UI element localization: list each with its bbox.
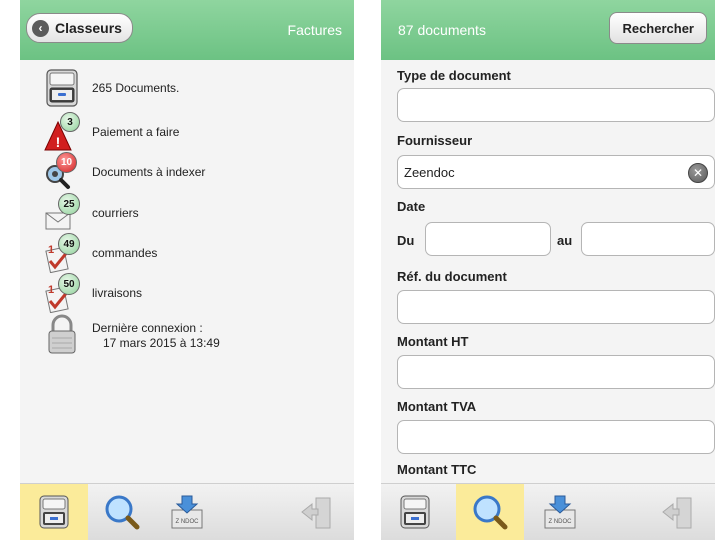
- badge: 3: [60, 112, 80, 132]
- zeendoc-logo-text: Z NDOC: [176, 519, 200, 525]
- montant-ht-input[interactable]: [397, 355, 715, 389]
- drawer-icon: [44, 68, 84, 108]
- last-login-label: Dernière connexion :: [92, 321, 203, 335]
- tab-classeurs[interactable]: [381, 484, 449, 540]
- tab-zeendoc[interactable]: Z NDOC: [529, 484, 597, 540]
- badge: 25: [58, 193, 80, 215]
- tab-zeendoc[interactable]: Z NDOC: [156, 484, 224, 540]
- drawer-icon: [400, 495, 430, 529]
- search-icon: [105, 495, 140, 530]
- padlock-icon: [44, 314, 84, 354]
- field-label: Réf. du document: [397, 269, 507, 284]
- tab-logout[interactable]: [645, 484, 713, 540]
- zeendoc-icon: Z NDOC: [171, 495, 203, 529]
- search-icon: [473, 495, 508, 530]
- field-label: Date: [397, 199, 426, 214]
- top-bar: 87 documents Rechercher: [381, 0, 715, 60]
- logout-icon: [301, 497, 331, 529]
- tab-bar: Z NDOC: [20, 483, 354, 540]
- clear-icon[interactable]: ✕: [688, 163, 708, 183]
- badge: 50: [58, 273, 80, 295]
- type-document-input[interactable]: [397, 88, 715, 122]
- date-to-input[interactable]: [581, 222, 715, 256]
- search-button[interactable]: Rechercher: [609, 12, 707, 44]
- top-bar: ‹ Classeurs Factures: [20, 0, 354, 60]
- list-item-courriers[interactable]: 25 courriers: [44, 193, 139, 233]
- tab-search[interactable]: [88, 484, 156, 540]
- last-login: Dernière connexion : 17 mars 2015 à 13:4…: [44, 314, 220, 354]
- tab-search[interactable]: [456, 484, 524, 540]
- drawer-icon: [39, 495, 69, 529]
- item-label: 265 Documents.: [92, 81, 180, 95]
- date-from-input[interactable]: [425, 222, 551, 256]
- badge: 10: [56, 152, 77, 173]
- envelope-icon: 25: [44, 193, 84, 233]
- list-item-commandes[interactable]: 1 49 commandes: [44, 233, 158, 274]
- page-title: Factures: [287, 22, 342, 38]
- list-item-paiement[interactable]: ! 3 Paiement a faire: [44, 112, 179, 152]
- delivery-icon: 1 50: [44, 273, 84, 314]
- item-label: livraisons: [92, 286, 143, 300]
- zeendoc-icon: Z NDOC: [544, 495, 576, 529]
- last-login-value: 17 mars 2015 à 13:49: [103, 336, 220, 350]
- search-screen: 87 documents Rechercher Type de document…: [381, 0, 715, 540]
- item-label: courriers: [92, 206, 139, 220]
- magnifier-gear-icon: 10: [44, 152, 84, 192]
- field-label: Montant TVA: [397, 399, 477, 414]
- field-label: Fournisseur: [397, 133, 473, 148]
- field-label: Type de document: [397, 68, 511, 83]
- logout-icon: [662, 497, 692, 529]
- list-item-documents[interactable]: 265 Documents.: [44, 68, 179, 108]
- svg-text:!: !: [56, 134, 61, 150]
- document-count: 87 documents: [398, 22, 486, 38]
- reference-input[interactable]: [397, 290, 715, 324]
- tab-bar: Z NDOC: [381, 483, 715, 540]
- warning-icon: ! 3: [44, 112, 84, 152]
- chevron-left-icon: ‹: [32, 19, 49, 37]
- field-label: Montant TTC: [397, 462, 477, 477]
- item-label: commandes: [92, 246, 158, 260]
- list-item-indexer[interactable]: 10 Documents à indexer: [44, 152, 205, 192]
- item-label: Paiement a faire: [92, 125, 180, 139]
- field-label: Montant HT: [397, 334, 469, 349]
- fournisseur-value: Zeendoc: [404, 164, 455, 180]
- list-item-livraisons[interactable]: 1 50 livraisons: [44, 273, 143, 314]
- date-to-label: au: [557, 233, 573, 248]
- back-button[interactable]: ‹ Classeurs: [26, 13, 133, 43]
- montant-tva-input[interactable]: [397, 420, 715, 454]
- tab-logout[interactable]: [284, 484, 352, 540]
- svg-text:1: 1: [48, 244, 54, 256]
- order-icon: 1 49: [44, 233, 84, 274]
- item-label: Documents à indexer: [92, 165, 206, 179]
- tab-classeurs[interactable]: [20, 484, 88, 540]
- date-from-label: Du: [397, 233, 415, 248]
- fournisseur-input[interactable]: Zeendoc ✕: [397, 155, 715, 189]
- classeur-screen: ‹ Classeurs Factures 265 Documents. ! 3 …: [20, 0, 354, 540]
- badge: 49: [58, 233, 80, 255]
- back-button-label: Classeurs: [55, 20, 122, 36]
- zeendoc-logo-text: Z NDOC: [549, 519, 573, 525]
- svg-text:1: 1: [48, 284, 54, 296]
